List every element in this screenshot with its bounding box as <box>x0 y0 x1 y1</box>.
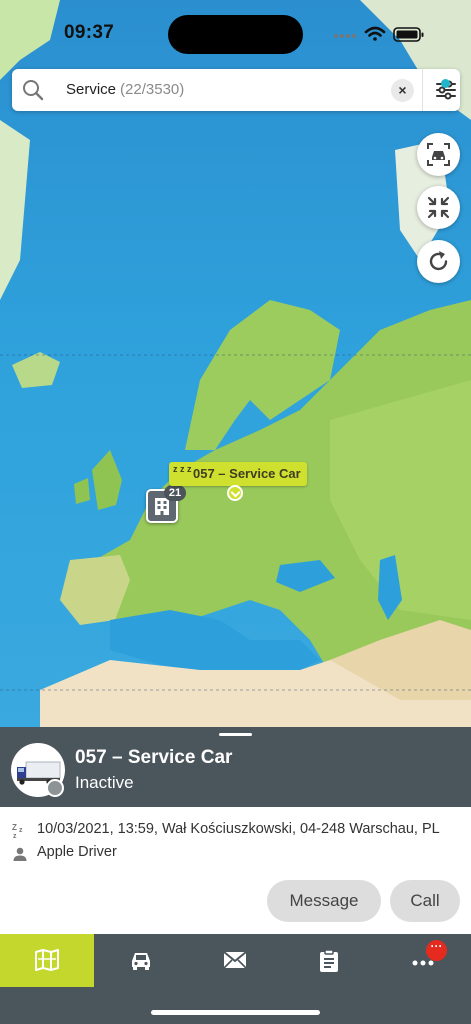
map-view[interactable] <box>0 0 471 740</box>
clipboard-icon <box>320 949 338 972</box>
svg-text:z: z <box>19 827 23 834</box>
vehicle-map-label[interactable]: z z z 057 – Service Car <box>169 462 307 486</box>
filter-button[interactable] <box>425 69 460 111</box>
car-focus-icon <box>427 143 450 166</box>
location-text: 10/03/2021, 13:59, Wał Kościuszkowski, 0… <box>37 821 440 837</box>
sleep-icon: Z z z <box>12 823 23 839</box>
refresh-button[interactable] <box>417 240 460 283</box>
message-button[interactable]: Message <box>267 880 381 922</box>
vehicle-status-text: Inactive <box>75 773 134 792</box>
cluster-count-badge: 21 <box>164 485 186 501</box>
world-map <box>0 0 471 740</box>
collapse-map-button[interactable] <box>417 186 460 229</box>
tab-more[interactable] <box>376 934 470 987</box>
status-bar: 09:37 <box>0 0 471 66</box>
vehicle-map-label-text: 057 – Service Car <box>193 466 301 481</box>
dynamic-island <box>168 15 303 54</box>
tab-messages[interactable] <box>188 934 282 987</box>
clock: 09:37 <box>64 22 115 43</box>
svg-text:z: z <box>13 833 17 839</box>
search-icon <box>23 80 44 101</box>
battery-icon <box>393 27 424 42</box>
home-indicator[interactable] <box>151 1010 320 1015</box>
call-button[interactable]: Call <box>390 880 460 922</box>
focus-vehicle-button[interactable] <box>417 133 460 176</box>
search-divider <box>422 69 423 111</box>
tab-tasks[interactable] <box>282 934 376 987</box>
map-icon <box>35 949 59 971</box>
collapse-icon <box>427 196 450 219</box>
search-result-count: (22/3530) <box>120 81 185 98</box>
search-bar[interactable]: Service (22/3530) × <box>12 69 460 111</box>
filter-active-dot <box>441 79 450 88</box>
vehicle-status-dot <box>46 779 64 797</box>
search-query: Service <box>66 81 117 98</box>
refresh-icon <box>429 251 448 271</box>
sheet-drag-handle[interactable] <box>219 733 252 736</box>
svg-text:Z: Z <box>12 823 17 832</box>
wifi-icon <box>364 26 386 41</box>
search-input[interactable]: Service (22/3530) <box>66 81 184 98</box>
badge-text: ··· <box>430 939 443 953</box>
status-icons <box>334 26 424 42</box>
vehicle-location-pin[interactable] <box>227 485 243 501</box>
car-icon <box>132 953 150 970</box>
cellular-icon <box>334 34 356 38</box>
sleep-icon: z z z <box>173 464 192 474</box>
more-notification-badge: ··· <box>426 940 447 961</box>
tab-vehicles[interactable] <box>94 934 188 987</box>
vehicle-sheet-body: Z z z 10/03/2021, 13:59, Wał Kościuszkow… <box>0 807 471 934</box>
vehicle-sheet-header[interactable]: 057 – Service Car Inactive <box>0 727 471 807</box>
tab-map[interactable] <box>0 934 94 987</box>
mail-icon <box>223 951 247 969</box>
clear-search-button[interactable]: × <box>391 79 414 102</box>
driver-name: Apple Driver <box>37 844 117 860</box>
vehicle-title: 057 – Service Car <box>75 747 233 768</box>
person-icon <box>13 847 27 861</box>
